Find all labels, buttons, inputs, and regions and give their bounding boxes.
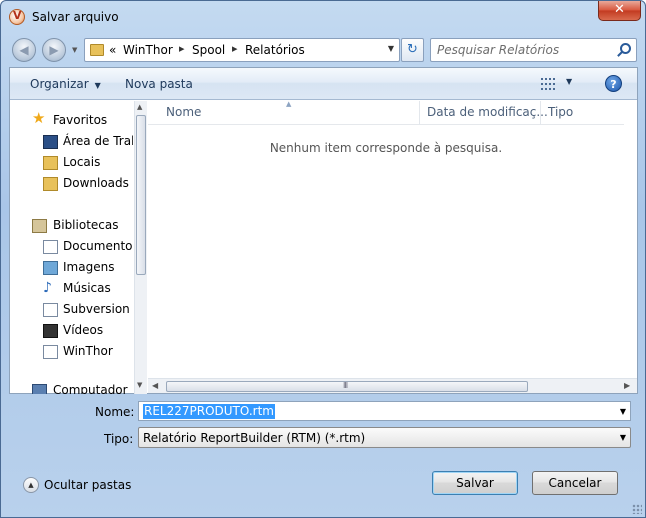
nav-item-documentos[interactable]: Documentos [63, 239, 133, 253]
browser-frame: Organizar ▼ Nova pasta ▼ ? ★ Favoritos Ár… [9, 67, 638, 394]
file-name-label: Nome: [95, 405, 135, 419]
file-list-pane: ▲ Nome Data de modificaç... Tipo Nenhum … [148, 100, 637, 394]
nav-item-subversion[interactable]: Subversion [63, 302, 130, 316]
nav-item-desktop[interactable]: Área de Trab [63, 134, 133, 148]
search-box[interactable] [430, 38, 637, 62]
address-bar[interactable]: « WinThor ▸ Spool ▸ Relatórios ▼ [84, 38, 400, 62]
new-folder-button[interactable]: Nova pasta [125, 77, 193, 91]
file-name-value[interactable]: REL227PRODUTO.rtm [143, 404, 275, 419]
downloads-folder-icon [43, 177, 58, 191]
file-list-vertical-scrollbar [624, 101, 637, 378]
scroll-up-arrow-icon[interactable]: ▲ [137, 103, 142, 111]
desktop-icon [43, 135, 58, 149]
scroll-right-arrow-icon[interactable]: ▶ [624, 381, 630, 390]
favorites-star-icon: ★ [32, 109, 46, 127]
breadcrumb-winthor[interactable]: WinThor [123, 43, 173, 57]
title-bar[interactable]: Salvar arquivo ✕ [1, 1, 645, 33]
chevron-down-icon[interactable]: ▼ [620, 407, 626, 416]
navigation-scrollbar[interactable]: ▲ ▼ [134, 101, 147, 394]
nav-computer[interactable]: Computador [53, 383, 128, 394]
breadcrumb-separator-arrow[interactable]: ▸ [232, 42, 238, 55]
save-button[interactable]: Salvar [432, 471, 518, 495]
address-row: ◀ ▶ ▼ « WinThor ▸ Spool ▸ Relatórios ▼ ↻ [9, 33, 637, 67]
column-divider[interactable] [540, 101, 541, 125]
view-options-icon[interactable] [541, 78, 555, 90]
breadcrumb-spool[interactable]: Spool [192, 43, 225, 57]
column-type[interactable]: Tipo [548, 105, 573, 119]
column-name[interactable]: Nome [166, 105, 201, 119]
scroll-down-arrow-icon[interactable]: ▼ [137, 381, 142, 389]
chevron-down-icon: ▼ [94, 81, 101, 90]
search-input[interactable] [435, 42, 615, 58]
chevron-up-icon: ▲ [23, 477, 39, 493]
breadcrumb-separator-arrow[interactable]: ▸ [179, 42, 185, 55]
breadcrumb-overflow-chevron[interactable]: « [109, 43, 116, 57]
nav-item-imagens[interactable]: Imagens [63, 260, 114, 274]
pictures-icon [43, 261, 58, 275]
nav-item-downloads[interactable]: Downloads [63, 176, 129, 190]
view-dropdown-icon[interactable]: ▼ [566, 77, 572, 86]
refresh-button[interactable]: ↻ [401, 38, 424, 62]
libraries-icon [32, 219, 47, 233]
scroll-grip: III [343, 381, 348, 390]
hide-folders-label: Ocultar pastas [44, 478, 132, 492]
navigation-scroll-thumb[interactable] [136, 115, 146, 275]
nav-item-locais[interactable]: Locais [63, 155, 100, 169]
cancel-button[interactable]: Cancelar [532, 471, 618, 495]
library-icon [43, 345, 58, 359]
column-divider[interactable] [419, 101, 420, 125]
window-title: Salvar arquivo [32, 10, 119, 24]
sort-ascending-icon: ▲ [286, 100, 292, 108]
folder-icon [90, 44, 104, 56]
winthor-app-icon [9, 9, 25, 25]
scroll-left-arrow-icon[interactable]: ◀ [152, 381, 158, 390]
file-type-select[interactable]: Relatório ReportBuilder (RTM) (*.rtm) ▼ [138, 427, 631, 448]
organize-menu[interactable]: Organizar ▼ [30, 77, 101, 91]
documents-icon [43, 240, 58, 254]
computer-icon [32, 384, 47, 394]
search-icon[interactable] [620, 43, 631, 54]
video-icon [43, 324, 58, 338]
chevron-down-icon[interactable]: ▼ [620, 433, 626, 442]
column-date-modified[interactable]: Data de modificaç... [427, 105, 548, 119]
library-icon [43, 303, 58, 317]
file-type-label: Tipo: [104, 432, 134, 446]
navigation-pane: ★ Favoritos Área de Trab Locais Download… [10, 101, 133, 394]
file-name-field[interactable]: REL227PRODUTO.rtm ▼ [138, 401, 631, 421]
organize-label: Organizar [30, 77, 89, 91]
music-note-icon: ♪ [43, 280, 52, 296]
nav-item-musicas[interactable]: Músicas [63, 281, 111, 295]
file-list-horizontal-scrollbar[interactable]: ◀ III ▶ [148, 378, 637, 393]
help-button[interactable]: ? [605, 75, 622, 92]
horizontal-scroll-thumb[interactable]: III [166, 381, 528, 392]
resize-grip[interactable] [632, 504, 642, 514]
breadcrumb-relatorios[interactable]: Relatórios [245, 43, 305, 57]
recent-locations-dropdown[interactable]: ▼ [72, 46, 77, 54]
command-bar: Organizar ▼ Nova pasta ▼ ? [10, 68, 637, 100]
forward-button[interactable]: ▶ [42, 38, 66, 62]
back-button[interactable]: ◀ [12, 38, 36, 62]
nav-favorites[interactable]: Favoritos [53, 113, 107, 127]
close-button[interactable]: ✕ [598, 1, 641, 21]
empty-results-message: Nenhum item corresponde à pesquisa. [269, 141, 503, 155]
nav-libraries[interactable]: Bibliotecas [53, 218, 118, 232]
file-type-value: Relatório ReportBuilder (RTM) (*.rtm) [143, 431, 366, 445]
address-dropdown-icon[interactable]: ▼ [388, 44, 394, 53]
save-file-dialog: Salvar arquivo ✕ ◀ ▶ ▼ « WinThor ▸ Spool… [0, 0, 646, 518]
folder-icon [43, 156, 58, 170]
nav-item-winthor[interactable]: WinThor [63, 344, 113, 358]
column-header-row: ▲ Nome Data de modificaç... Tipo [148, 100, 624, 125]
nav-item-videos[interactable]: Vídeos [63, 323, 103, 337]
